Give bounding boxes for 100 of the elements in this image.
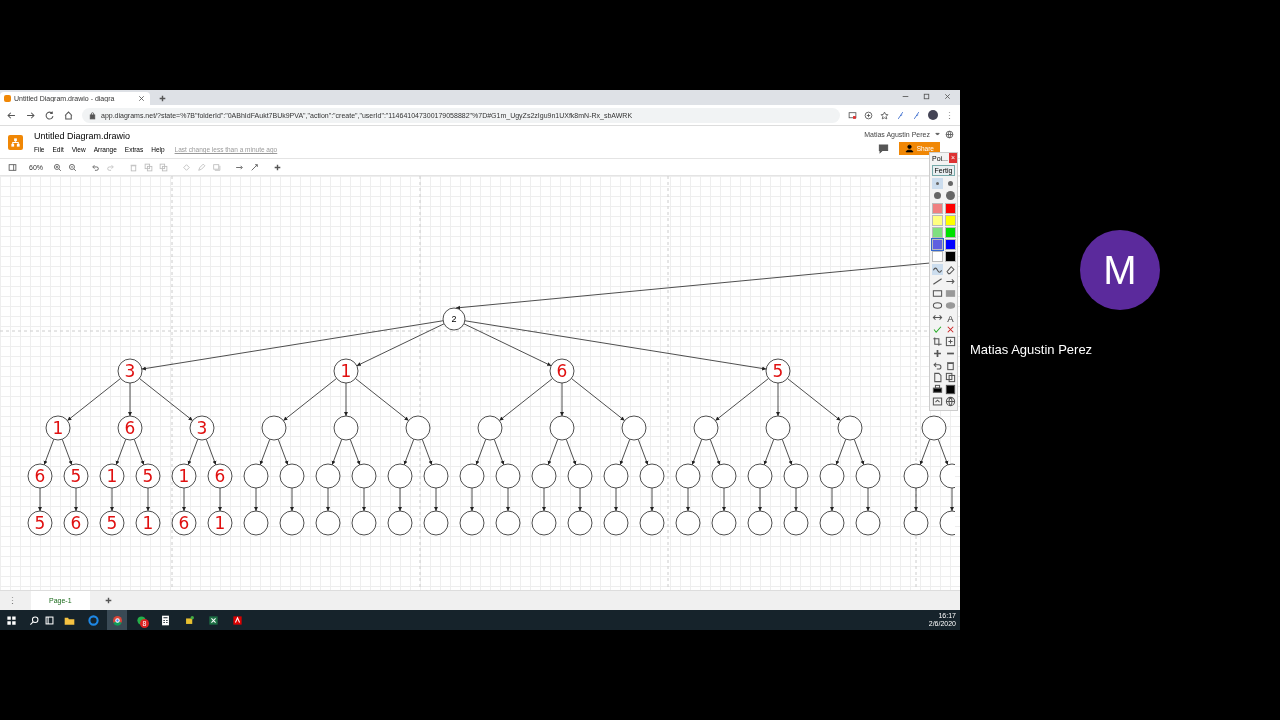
undo-icon[interactable] bbox=[931, 360, 943, 371]
text-tool[interactable]: A bbox=[944, 312, 956, 323]
undo-icon[interactable] bbox=[91, 162, 100, 172]
task-view-icon[interactable] bbox=[44, 614, 55, 626]
lock-icon[interactable] bbox=[88, 110, 97, 120]
eraser-icon[interactable] bbox=[944, 264, 956, 275]
color-swatch[interactable] bbox=[944, 251, 956, 262]
plus-icon[interactable] bbox=[931, 348, 943, 359]
check-icon[interactable] bbox=[931, 324, 943, 335]
node-label: 5 bbox=[70, 466, 82, 486]
node-label: 6 bbox=[70, 513, 82, 533]
node-label: 5 bbox=[142, 466, 154, 486]
tree-node bbox=[207, 510, 233, 536]
node-label: 3 bbox=[196, 418, 208, 438]
tree-node bbox=[567, 463, 593, 489]
globe-icon[interactable] bbox=[945, 129, 954, 139]
color-swatch[interactable] bbox=[931, 251, 943, 262]
avatar-icon[interactable] bbox=[928, 110, 938, 120]
waypoint-icon[interactable] bbox=[250, 162, 259, 172]
home-icon[interactable] bbox=[63, 109, 74, 121]
windows-logo-icon[interactable] bbox=[6, 614, 17, 626]
tree-node bbox=[459, 510, 485, 536]
participant-avatar: M bbox=[1080, 230, 1160, 310]
zoom-out-icon[interactable] bbox=[68, 162, 77, 172]
tree-node bbox=[549, 358, 575, 384]
add-page-icon[interactable] bbox=[103, 596, 113, 605]
tree-node bbox=[747, 510, 773, 536]
tree-node bbox=[333, 415, 359, 441]
save-icon[interactable] bbox=[944, 384, 956, 395]
acrobat-icon bbox=[231, 614, 243, 626]
node-label: 5 bbox=[34, 513, 46, 533]
forward-arrow-icon[interactable] bbox=[25, 109, 36, 121]
color-swatch[interactable] bbox=[944, 203, 956, 214]
new-tab-icon[interactable] bbox=[158, 94, 167, 103]
tree-node bbox=[243, 463, 269, 489]
screen-icon[interactable] bbox=[931, 396, 943, 407]
diagram-logo-icon bbox=[4, 95, 11, 102]
tree-node bbox=[351, 463, 377, 489]
double-arrow-icon[interactable] bbox=[931, 312, 943, 323]
pen-size-button[interactable] bbox=[944, 190, 956, 201]
color-swatch[interactable] bbox=[931, 203, 943, 214]
rect-icon[interactable] bbox=[931, 288, 943, 299]
reload-icon[interactable] bbox=[44, 109, 55, 121]
color-swatch[interactable] bbox=[944, 215, 956, 226]
page-icon[interactable] bbox=[931, 372, 943, 383]
color-swatch[interactable] bbox=[931, 227, 943, 238]
squiggle-icon[interactable] bbox=[931, 264, 943, 275]
color-swatch[interactable] bbox=[944, 239, 956, 250]
tree-node bbox=[855, 463, 881, 489]
tree-node bbox=[903, 463, 929, 489]
tree-node bbox=[423, 463, 449, 489]
tree-node bbox=[603, 463, 629, 489]
format-panel-icon[interactable] bbox=[8, 162, 17, 172]
window-icon[interactable] bbox=[848, 110, 857, 120]
search-icon[interactable] bbox=[29, 614, 40, 626]
node-label: 1 bbox=[106, 466, 118, 486]
trash-icon[interactable] bbox=[944, 360, 956, 371]
close-icon[interactable] bbox=[943, 91, 952, 101]
zoom-in-icon[interactable] bbox=[53, 162, 62, 172]
crop-icon[interactable] bbox=[931, 336, 943, 347]
node-label: 1 bbox=[214, 513, 226, 533]
tree-node bbox=[567, 510, 593, 536]
chrome-icon bbox=[111, 614, 123, 626]
tree-node bbox=[495, 463, 521, 489]
tree-node bbox=[207, 463, 233, 489]
tree-node bbox=[423, 510, 449, 536]
arrow-icon[interactable] bbox=[944, 276, 956, 287]
star-icon[interactable] bbox=[880, 110, 889, 120]
tree-node bbox=[117, 358, 143, 384]
ellipse-icon[interactable] bbox=[931, 300, 943, 311]
node-label: 6 bbox=[124, 418, 136, 438]
color-swatch[interactable] bbox=[931, 215, 943, 226]
node-label: 6 bbox=[178, 513, 190, 533]
plus-circle-icon[interactable] bbox=[864, 110, 873, 120]
color-swatch[interactable] bbox=[931, 239, 943, 250]
tree-node bbox=[351, 510, 377, 536]
comment-icon[interactable] bbox=[877, 142, 889, 154]
pen-size-button[interactable] bbox=[931, 178, 943, 189]
tree-node bbox=[27, 463, 53, 489]
globe-icon[interactable] bbox=[944, 396, 956, 407]
print-icon[interactable] bbox=[931, 384, 943, 395]
edge-icon bbox=[87, 614, 99, 626]
copy-icon[interactable] bbox=[944, 372, 956, 383]
tree-node bbox=[63, 510, 89, 536]
node-label: 3 bbox=[124, 361, 136, 381]
plus-square-icon[interactable] bbox=[944, 336, 956, 347]
tree-node bbox=[442, 307, 466, 331]
tree-node bbox=[189, 415, 215, 441]
tree-node bbox=[711, 510, 737, 536]
document-title[interactable]: Untitled Diagram.drawio bbox=[34, 131, 278, 141]
line-icon[interactable] bbox=[931, 276, 943, 287]
close-icon[interactable] bbox=[137, 94, 146, 103]
plus-icon[interactable] bbox=[273, 162, 282, 172]
back-arrow-icon[interactable] bbox=[6, 109, 17, 121]
color-swatch[interactable] bbox=[944, 227, 956, 238]
maximize-icon[interactable] bbox=[922, 91, 931, 101]
calculator-icon bbox=[159, 614, 171, 626]
tree-node bbox=[279, 510, 305, 536]
tree-node bbox=[639, 510, 665, 536]
tree-node bbox=[279, 463, 305, 489]
